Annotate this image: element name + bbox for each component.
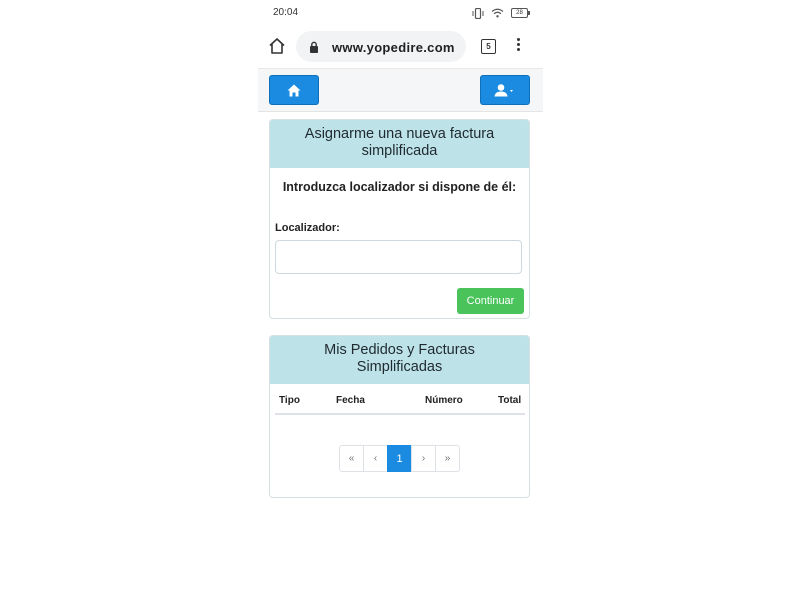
vibrate-icon (472, 7, 484, 19)
wifi-icon (491, 8, 504, 18)
browser-menu-icon[interactable] (514, 38, 522, 54)
address-bar[interactable]: www.yopedire.com (296, 31, 466, 62)
app-navbar (258, 68, 543, 112)
locator-intro-text: Introduzca localizador si dispone de él: (282, 180, 517, 194)
pagination: « ‹ 1 › » (339, 445, 460, 472)
status-icons: 28 (472, 6, 530, 20)
url-text: www.yopedire.com (332, 40, 455, 55)
column-numero: Número (425, 395, 463, 406)
browser-toolbar: www.yopedire.com 5 (258, 26, 543, 68)
lock-icon (310, 41, 318, 53)
tab-switcher-button[interactable]: 5 (481, 39, 496, 54)
continue-button[interactable]: Continuar (457, 288, 524, 314)
battery-icon: 28 (511, 8, 530, 18)
home-button[interactable] (269, 75, 319, 105)
user-dropdown-icon (494, 83, 513, 96)
column-tipo: Tipo (279, 395, 300, 406)
browser-home-icon[interactable] (268, 37, 286, 55)
column-total: Total (498, 395, 522, 406)
assign-invoice-title: Asignarme una nueva factura simplificada (270, 120, 529, 168)
phone-screen: 20:04 28 www.yopedire.com 5 Asignarme un… (258, 0, 543, 600)
column-fecha: Fecha (336, 395, 365, 406)
pagination-prev[interactable]: ‹ (363, 445, 388, 472)
pagination-first[interactable]: « (339, 445, 364, 472)
status-bar: 20:04 28 (258, 0, 543, 26)
orders-table-header: Tipo Fecha Número Total (275, 393, 525, 415)
orders-invoices-title: Mis Pedidos y Facturas Simplificadas (270, 336, 529, 384)
assign-invoice-card: Asignarme una nueva factura simplificada… (269, 119, 530, 319)
status-time: 20:04 (273, 7, 299, 18)
pagination-last[interactable]: » (435, 445, 460, 472)
locator-input[interactable] (275, 240, 522, 274)
battery-level: 28 (516, 10, 523, 16)
home-icon (287, 84, 301, 96)
orders-invoices-card: Mis Pedidos y Facturas Simplificadas Tip… (269, 335, 530, 498)
pagination-page-current[interactable]: 1 (387, 445, 412, 472)
locator-label: Localizador: (275, 222, 340, 234)
user-menu-button[interactable] (480, 75, 530, 105)
pagination-next[interactable]: › (411, 445, 436, 472)
